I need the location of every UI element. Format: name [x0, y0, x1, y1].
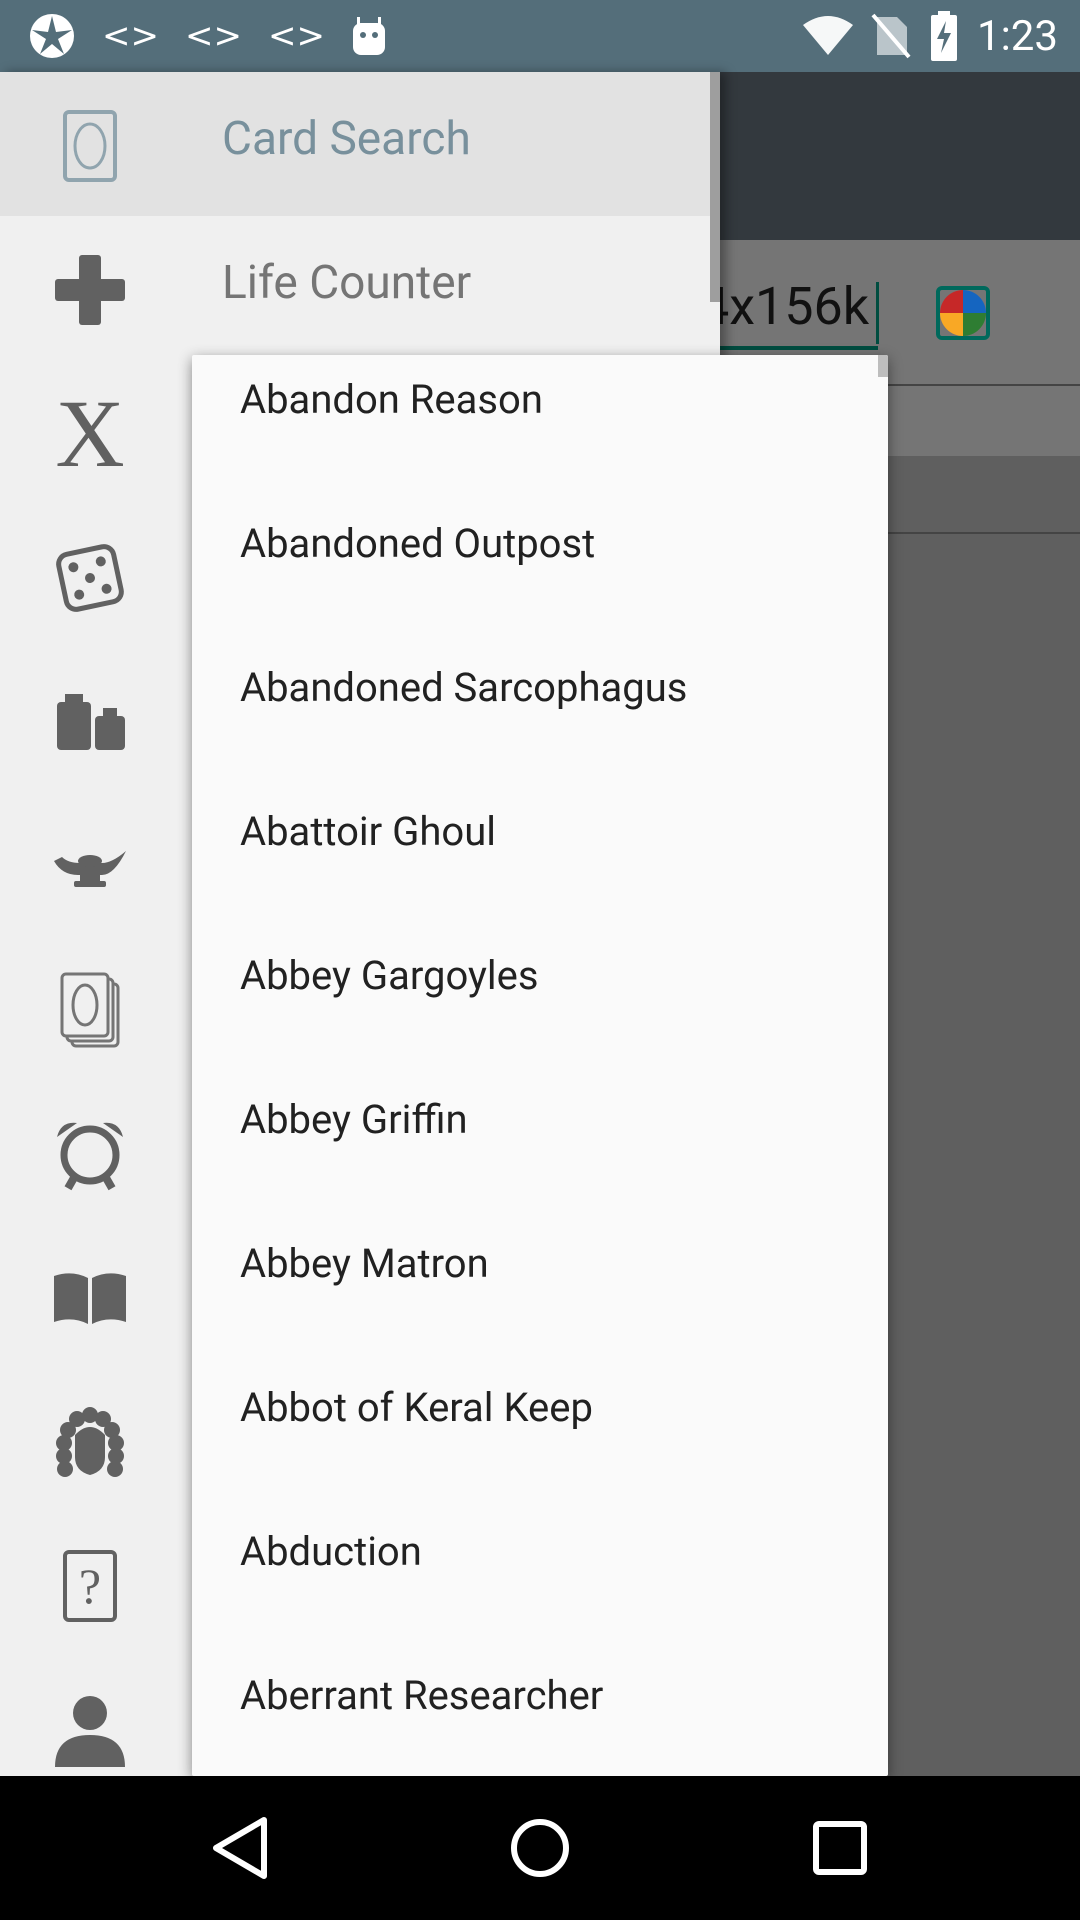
- lamp-icon: [52, 828, 128, 904]
- suggestion-item[interactable]: Abandon Reason: [192, 355, 878, 472]
- color-filter-icon[interactable]: [936, 286, 990, 340]
- app-icon: [30, 14, 74, 58]
- help-card-icon: ?: [52, 1548, 128, 1624]
- home-button[interactable]: [500, 1808, 580, 1888]
- clock: 1:23: [977, 11, 1058, 61]
- no-sim-icon: [871, 13, 911, 59]
- person-icon: [52, 1692, 128, 1768]
- suggestion-item[interactable]: Abandoned Sarcophagus: [192, 616, 878, 760]
- drawer-item-card-search[interactable]: Card Search: [0, 72, 710, 216]
- cards-stack-icon: [52, 972, 128, 1048]
- suggestion-item[interactable]: Abbey Gargoyles: [192, 904, 878, 1048]
- status-right-icons: 1:23: [803, 8, 1058, 64]
- text-cursor: [876, 282, 879, 344]
- plus-icon: [52, 252, 128, 328]
- battery-charging-icon: [931, 11, 957, 61]
- suggestion-item[interactable]: Aberrant Researcher: [192, 1624, 878, 1768]
- drawer-item-life-counter[interactable]: Life Counter: [0, 216, 710, 360]
- dice-icon: [52, 540, 128, 616]
- status-left-icons: <> <> <>: [28, 10, 387, 62]
- autocomplete-dropdown[interactable]: Abandon Reason Abandoned Outpost Abandon…: [192, 355, 888, 1776]
- x-icon: X: [55, 380, 125, 487]
- book-icon: [52, 1260, 128, 1336]
- card-icon: [52, 108, 128, 184]
- drawer-scrollbar[interactable]: [710, 72, 720, 302]
- suggestion-item[interactable]: Abbey Matron: [192, 1192, 878, 1336]
- dropdown-scrollbar[interactable]: [878, 355, 888, 377]
- suggestion-item[interactable]: Abattoir Ghoul: [192, 760, 878, 904]
- drawer-item-label: Card Search: [222, 112, 471, 166]
- code-icon: <>: [267, 16, 325, 56]
- status-bar: <> <> <> 1:23: [0, 0, 1080, 72]
- android-icon: [352, 17, 385, 55]
- suggestion-item[interactable]: Abandoned Outpost: [192, 472, 878, 616]
- code-icon: <>: [184, 16, 242, 56]
- judge-icon: [52, 1404, 128, 1480]
- back-button[interactable]: [200, 1808, 280, 1888]
- card-search-input[interactable]: 4x156k: [700, 276, 869, 337]
- suggestion-item[interactable]: Abbey Griffin: [192, 1048, 878, 1192]
- recents-icon: [813, 1821, 867, 1875]
- system-nav-bar: [0, 1776, 1080, 1920]
- suggestion-item[interactable]: Abbot of Keral Keep: [192, 1336, 878, 1480]
- wifi-icon: [803, 16, 853, 55]
- alarm-icon: [52, 1116, 128, 1192]
- search-input-underline: [700, 346, 878, 350]
- recents-button[interactable]: [800, 1808, 880, 1888]
- suggestion-item[interactable]: Abduction: [192, 1480, 878, 1624]
- home-icon: [511, 1819, 569, 1877]
- drawer-item-label: Life Counter: [222, 256, 472, 310]
- back-icon: [213, 1817, 267, 1879]
- code-icon: <>: [102, 16, 159, 56]
- weights-icon: [52, 684, 128, 760]
